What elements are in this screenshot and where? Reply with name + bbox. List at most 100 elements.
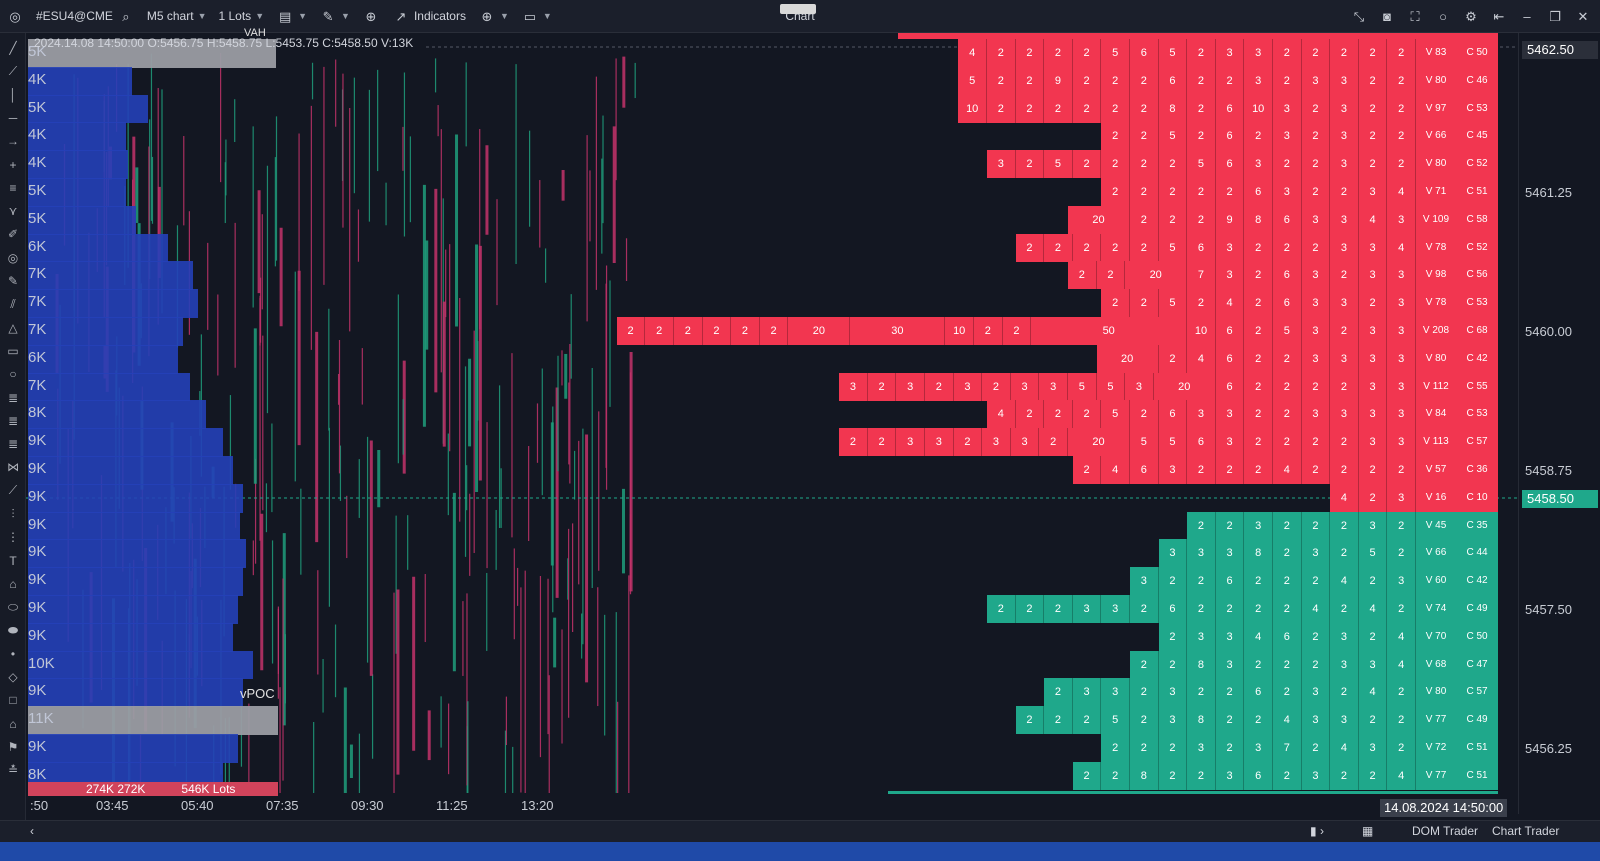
layout-dropdown[interactable]: ▭ ▼ (515, 0, 558, 33)
footprint-cell: 2 (1015, 150, 1045, 179)
tool-spiral-icon[interactable]: ◎ (4, 249, 22, 267)
tool-brush-icon[interactable]: ✎ (4, 272, 22, 290)
tool-diamond-icon[interactable]: ◇ (4, 668, 22, 686)
drawing-dropdown[interactable]: ✎ ▼ (313, 0, 356, 33)
symbol-selector[interactable]: #ESU4@CME ⌕ (30, 0, 141, 33)
tool-house-icon[interactable]: ⌂ (4, 715, 22, 733)
tool-levels-icon[interactable]: ≛ (4, 761, 22, 779)
minimize-icon[interactable]: – (1518, 8, 1536, 26)
price-tag-top: 5462.50 (1522, 41, 1598, 59)
link-icon[interactable]: ⤡ (1350, 8, 1368, 26)
app-logo[interactable]: ◎ (0, 0, 30, 33)
chevron-down-icon: ▼ (255, 11, 265, 21)
restore-icon[interactable]: ❐ (1546, 8, 1564, 26)
calendar-icon[interactable]: ▦ (1362, 824, 1373, 838)
camera-icon[interactable]: ◙ (1378, 8, 1396, 26)
footprint-cell: 2 (1387, 595, 1416, 623)
footprint-volume: V 45 (1416, 511, 1456, 540)
tool-tag-icon[interactable]: ⌂ (4, 575, 22, 593)
tool-vline-icon[interactable]: │ (4, 86, 22, 104)
volume-profile-label: 4K (28, 154, 47, 172)
footprint-cell: 2 (1215, 178, 1245, 206)
footprint-cell: 2 (1101, 122, 1130, 151)
tool-circle-icon[interactable]: ○ (4, 365, 22, 383)
footprint-cell: 2 (1244, 706, 1273, 735)
footprint-count: C 51 (1456, 734, 1498, 762)
crosshair-dropdown[interactable]: ⊕ ▼ (472, 0, 515, 33)
volume-profile-label: 5K (28, 98, 47, 116)
footprint-cell: 9 (1215, 205, 1245, 234)
footprint-volume: V 16 (1416, 483, 1456, 512)
footprint-cell: 5 (1101, 39, 1130, 67)
footprint-cell: 2 (1273, 428, 1302, 457)
fullscreen-icon[interactable]: ⛶ (1406, 8, 1424, 26)
footprint-cell: 2 (1301, 622, 1331, 651)
close-icon[interactable]: ✕ (1574, 8, 1592, 26)
tool-measure-icon[interactable]: ⋈ (4, 458, 22, 476)
tool-shape-icon[interactable]: ⬬ (4, 622, 22, 640)
footprint-cell: 6 (1244, 178, 1273, 206)
drag-handle[interactable] (780, 4, 816, 14)
tool-rect-icon[interactable]: ▭ (4, 342, 22, 360)
volume-profile-label: 9K (28, 626, 47, 644)
footprint-volume: V 60 (1416, 567, 1456, 596)
footprint-cell: 3 (1330, 150, 1359, 179)
tool-arrow-icon[interactable]: → (4, 132, 22, 150)
tool-oval-icon[interactable]: ⬭ (4, 598, 22, 616)
tool-list2-icon[interactable]: ≣ (4, 412, 22, 430)
tool-text-icon[interactable]: T (4, 552, 22, 570)
search-icon[interactable]: ⌕ (117, 7, 135, 25)
tool-hline-icon[interactable]: ─ (4, 109, 22, 127)
tool-pen-icon[interactable]: ✐ (4, 225, 22, 243)
footprint-cell: 5 (1358, 539, 1388, 568)
scroll-left-icon[interactable]: ‹ (30, 824, 34, 838)
footprint-count: C 42 (1456, 344, 1498, 373)
tool-list-icon[interactable]: ≣ (4, 389, 22, 407)
tool-triangle-icon[interactable]: △ (4, 319, 22, 337)
volume-profile-label: 9K (28, 571, 47, 589)
footprint-volume: V 66 (1416, 122, 1456, 151)
pin-icon[interactable]: ⇤ (1490, 8, 1508, 26)
indicators-button[interactable]: ↗ Indicators (386, 0, 472, 33)
footprint-cell: 3 (1358, 511, 1388, 540)
dom-trader-button[interactable]: DOM Trader (1412, 824, 1478, 838)
footprint-cell: 2 (1244, 650, 1273, 679)
gear-icon[interactable]: ⚙ (1462, 8, 1480, 26)
footprint-cell: 2 (1358, 622, 1388, 651)
footprint-cell: 5 (1158, 289, 1188, 318)
footprint-cell: 3 (1330, 66, 1359, 95)
footprint-cell: 2 (1072, 233, 1102, 262)
tool-dot-icon[interactable]: • (4, 645, 22, 663)
tool-dots-icon[interactable]: ⋮ (4, 528, 22, 546)
footprint-cell: 2 (1130, 595, 1159, 623)
price-axis[interactable]: 5462.50 5461.25 5460.00 5458.75 5457.50 … (1518, 33, 1600, 814)
tool-bars-icon[interactable]: ⫶ (4, 505, 22, 523)
symbol-label: #ESU4@CME (36, 9, 113, 23)
footprint-cell: 50 (1031, 317, 1188, 345)
footprint-cell: 10 (1187, 317, 1216, 345)
footprint-volume: V 113 (1416, 428, 1456, 457)
scrollbar-handle[interactable]: ▮ › (1310, 824, 1324, 838)
footprint-cell: 6 (1130, 39, 1159, 67)
zoom-button[interactable]: ⊕ (356, 0, 386, 33)
footprint-volume: V 77 (1416, 761, 1456, 790)
tool-flag-icon[interactable]: ⚑ (4, 738, 22, 756)
chart-trader-button[interactable]: Chart Trader (1492, 824, 1559, 838)
footprint-cell: 6 (1158, 66, 1188, 95)
tool-line-icon[interactable]: ╱ (4, 39, 22, 57)
chart-area[interactable]: 5K 4K 5K 4K 4K 5K 5K 6K 7K 7K 7K 6K 7K 8K 9K 9K 9K 9K 9K 9K… (26, 27, 1518, 814)
tool-ruler-icon[interactable]: ⫽ (4, 295, 22, 313)
circle-icon[interactable]: ○ (1434, 8, 1452, 26)
chart-type-dropdown[interactable]: ▤ ▼ (270, 0, 313, 33)
footprint-cell: 3 (987, 150, 1016, 179)
tool-cross-icon[interactable]: + (4, 156, 22, 174)
tool-hlines-icon[interactable]: ≡ (4, 179, 22, 197)
tool-fib-icon[interactable]: ⋎ (4, 202, 22, 220)
tool-square-icon[interactable]: □ (4, 691, 22, 709)
tool-ray-icon[interactable]: ⟋ (4, 62, 22, 80)
footprint-cell: 3 (1010, 428, 1040, 457)
footprint-cell: 2 (1130, 94, 1159, 123)
tool-chart-icon[interactable]: ⟋ (4, 482, 22, 500)
tool-list3-icon[interactable]: ≣ (4, 435, 22, 453)
timeframe-dropdown[interactable]: M5 chart ▼ (141, 0, 213, 33)
